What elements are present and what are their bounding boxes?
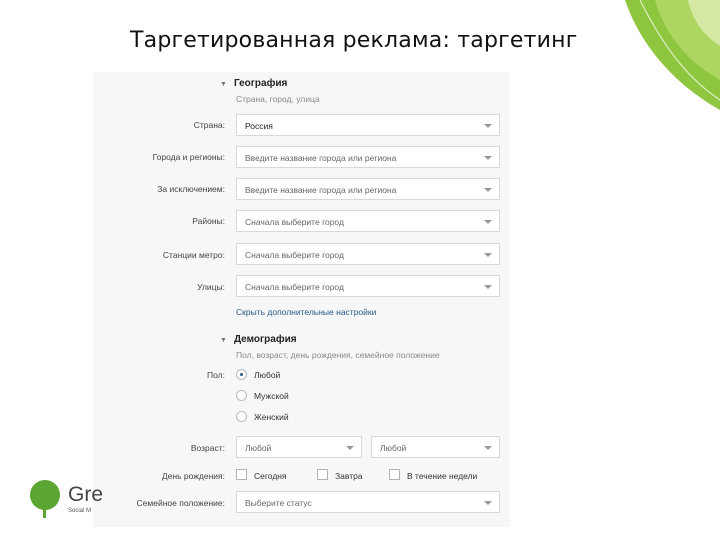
gender-option-any: Любой [254, 370, 281, 380]
gender-radio-male[interactable] [236, 390, 247, 401]
logo-subtext: Social M [68, 508, 92, 514]
birthday-label: День рождения: [161, 471, 225, 481]
marital-placeholder: Выберите статус [245, 498, 312, 508]
collapse-triangle-icon: ▼ [220, 81, 227, 88]
gender-option-female: Женский [254, 412, 289, 422]
except-select[interactable]: Введите название города или региона [236, 178, 500, 200]
company-logo: Gre Social M [28, 478, 108, 528]
age-from-select[interactable]: Любой [236, 436, 362, 458]
birthday-week-label: В течение недели [407, 471, 478, 481]
dropdown-arrow-icon [484, 446, 492, 450]
metro-select[interactable]: Сначала выберите город [236, 243, 500, 265]
leaf-decoration-icon [625, 0, 720, 110]
except-placeholder: Введите название города или региона [245, 185, 397, 195]
metro-placeholder: Сначала выберите город [245, 250, 344, 260]
cities-select[interactable]: Введите название города или региона [236, 146, 500, 168]
logo-pin-icon [43, 506, 46, 518]
country-label: Страна: [193, 120, 225, 130]
districts-placeholder: Сначала выберите город [245, 217, 344, 227]
age-from-value: Любой [245, 443, 272, 453]
gender-radio-any[interactable] [236, 369, 247, 380]
marital-select[interactable]: Выберите статус [236, 491, 500, 513]
gender-radio-female[interactable] [236, 411, 247, 422]
metro-label: Станции метро: [162, 250, 225, 260]
demo-section-toggle[interactable]: ▼ Демография [220, 334, 297, 345]
dropdown-arrow-icon [484, 188, 492, 192]
demo-section-title: Демография [233, 334, 297, 345]
dropdown-arrow-icon [346, 446, 354, 450]
streets-placeholder: Сначала выберите город [245, 282, 344, 292]
hide-extra-settings-link[interactable]: Скрыть дополнительные настройки [236, 307, 376, 317]
streets-select[interactable]: Сначала выберите город [236, 275, 500, 297]
collapse-triangle-icon: ▼ [220, 337, 227, 344]
dropdown-arrow-icon [484, 285, 492, 289]
age-to-select[interactable]: Любой [371, 436, 500, 458]
geo-section-toggle[interactable]: ▼ География [220, 78, 287, 89]
dropdown-arrow-icon [484, 124, 492, 128]
marital-label: Семейное положение: [136, 498, 225, 508]
age-to-value: Любой [380, 443, 407, 453]
districts-select[interactable]: Сначала выберите город [236, 210, 500, 232]
geo-section-subtitle: Страна, город, улица [236, 94, 320, 104]
districts-label: Районы: [192, 216, 225, 226]
except-label: За исключением: [157, 184, 225, 194]
birthday-week-checkbox[interactable] [389, 469, 400, 480]
country-select[interactable]: Россия [236, 114, 500, 136]
dropdown-arrow-icon [484, 220, 492, 224]
age-label: Возраст: [190, 443, 225, 453]
cities-placeholder: Введите название города или региона [245, 153, 397, 163]
slide-title: Таргетированная реклама: таргетинг [130, 28, 578, 53]
streets-label: Улицы: [197, 282, 225, 292]
geo-section-title: География [233, 78, 288, 89]
gender-option-male: Мужской [254, 391, 289, 401]
dropdown-arrow-icon [484, 253, 492, 257]
birthday-tomorrow-checkbox[interactable] [317, 469, 328, 480]
gender-label: Пол: [207, 370, 225, 380]
birthday-tomorrow-label: Завтра [335, 471, 363, 481]
birthday-today-label: Сегодня [254, 471, 287, 481]
targeting-panel: ▼ География Страна, город, улица Страна: … [93, 72, 510, 527]
dropdown-arrow-icon [484, 501, 492, 505]
demo-section-subtitle: Пол, возраст, день рождения, семейное по… [236, 350, 440, 360]
country-value: Россия [245, 121, 273, 131]
cities-label: Города и регионы: [152, 152, 225, 162]
dropdown-arrow-icon [484, 156, 492, 160]
logo-text: Gre [68, 483, 104, 506]
birthday-today-checkbox[interactable] [236, 469, 247, 480]
